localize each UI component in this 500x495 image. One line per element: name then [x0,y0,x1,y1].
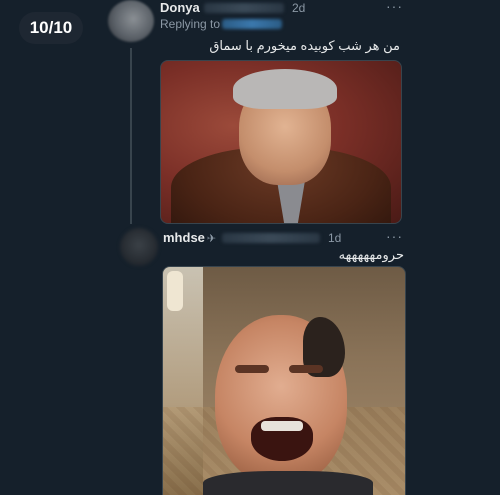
more-options-button[interactable]: ··· [386,0,403,14]
replying-to-handle-blurred[interactable] [222,19,282,29]
photo-hair [233,69,337,109]
photo-lamp [167,271,183,311]
thread-line [130,48,132,224]
author-handle-blurred [204,3,284,13]
photo-right-brow [289,365,323,373]
author-name[interactable]: mhdse ✈ [163,230,216,245]
avatar[interactable] [108,0,154,42]
more-options-button[interactable]: ··· [386,228,403,244]
tweet-text: حرومهههههه [338,247,404,262]
avatar[interactable] [120,228,158,266]
image-counter: 10/10 [19,12,83,44]
photo-left-brow [235,365,269,373]
tweet-time[interactable]: 2d [292,1,305,15]
photo-teeth [261,421,303,431]
plane-icon: ✈ [206,233,217,245]
tweet-time[interactable]: 1d [328,231,341,245]
author-name[interactable]: Donya [160,0,200,15]
tweet-media-image[interactable] [160,60,402,224]
tweet-text: من هر شب کوبیده میخورم با سماق [209,38,400,53]
tweet-media-image[interactable] [162,266,406,495]
replying-to-label: Replying to [160,17,221,31]
photo-shirt [203,471,373,495]
author-name-text: mhdse [163,230,205,245]
author-handle-blurred [222,233,320,243]
